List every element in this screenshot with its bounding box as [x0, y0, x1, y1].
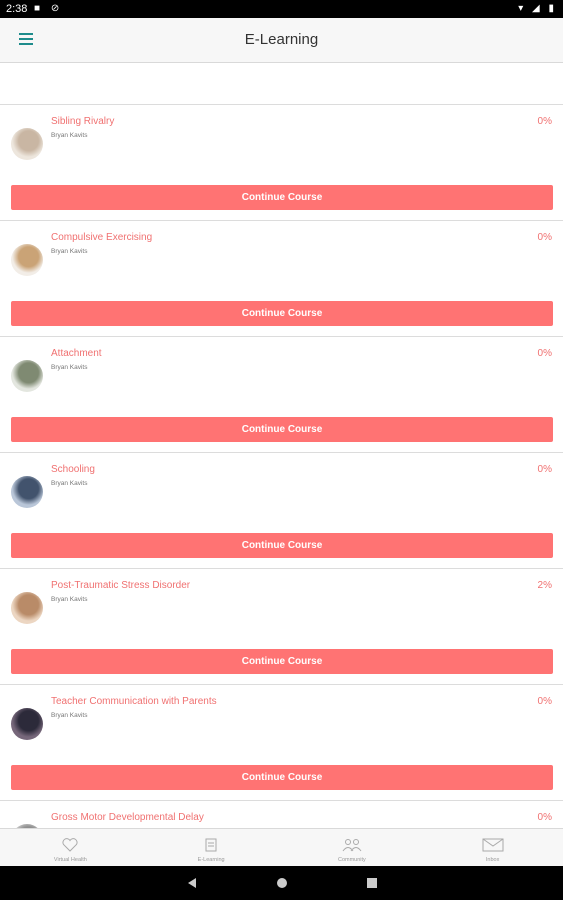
course-card[interactable]: Compulsive Exercising Bryan Kavits 0% Conti… [0, 221, 563, 337]
course-progress: 0% [537, 232, 552, 243]
heart-icon [62, 838, 78, 852]
page-title: E-Learning [244, 31, 319, 48]
course-progress: 0% [537, 812, 552, 823]
book-icon [205, 838, 217, 852]
mail-icon [482, 838, 504, 852]
continue-course-button[interactable]: Continue Course [11, 185, 553, 210]
home-icon[interactable] [276, 877, 288, 889]
continue-course-button[interactable]: Continue Course [11, 765, 553, 790]
system-navigation-bar [0, 866, 563, 900]
course-card[interactable]: Schooling Bryan Kavits 0% Continue Course [0, 453, 563, 569]
course-thumbnail [11, 360, 43, 392]
course-thumbnail [11, 592, 43, 624]
list-header-spacer [0, 63, 563, 105]
course-title[interactable]: Sibling Rivalry [51, 116, 114, 127]
continue-course-button[interactable]: Continue Course [11, 417, 553, 442]
continue-course-button[interactable]: Continue Course [11, 649, 553, 674]
nav-label: Inbox [485, 857, 500, 863]
course-title[interactable]: Schooling [51, 464, 95, 475]
nav-label: Community [337, 857, 366, 863]
course-thumbnail [11, 244, 43, 276]
nav-e-learning[interactable]: E-Learning [141, 829, 282, 867]
course-title[interactable]: Teacher Communication with Parents [51, 696, 217, 707]
course-author: Bryan Kavits [51, 248, 88, 255]
nav-inbox[interactable]: Inbox [422, 829, 563, 867]
system-status-icons: ▾ ◢ ▮ [518, 3, 557, 14]
course-thumbnail [11, 128, 43, 160]
course-title[interactable]: Post-Traumatic Stress Disorder [51, 580, 190, 591]
course-thumbnail [11, 708, 43, 740]
course-card[interactable]: Sibling Rivalry Bryan Kavits 0% Continue Co… [0, 105, 563, 221]
course-title[interactable]: Compulsive Exercising [51, 232, 152, 243]
course-progress: 0% [537, 116, 552, 127]
course-author: Bryan Kavits [51, 712, 88, 719]
course-author: Bryan Kavits [51, 596, 88, 603]
continue-course-button[interactable]: Continue Course [11, 533, 553, 558]
course-progress: 2% [537, 580, 552, 591]
course-progress: 0% [537, 696, 552, 707]
course-thumbnail [11, 476, 43, 508]
notification-icons: ■ ⊘ [34, 3, 64, 14]
course-author: Bryan Kavits [51, 480, 88, 487]
course-author: Bryan Kavits [51, 132, 88, 139]
nav-label: E-Learning [197, 857, 225, 863]
nav-community[interactable]: Community [282, 829, 423, 867]
bottom-navigation: Virtual Health E-Learning Community Inbo… [0, 828, 563, 867]
continue-course-button[interactable]: Continue Course [11, 301, 553, 326]
people-icon [342, 839, 362, 852]
course-card[interactable]: Attachment Bryan Kavits 0% Continue Course [0, 337, 563, 453]
course-progress: 0% [537, 464, 552, 475]
course-list[interactable]: Sibling Rivalry Bryan Kavits 0% Continue Co… [0, 63, 563, 828]
course-card[interactable]: Gross Motor Developmental DelayBryan Kav… [0, 801, 563, 828]
recents-icon[interactable] [366, 877, 378, 889]
back-icon[interactable] [186, 877, 198, 889]
status-time: 2:38 [6, 3, 28, 15]
course-progress: 0% [537, 348, 552, 359]
course-card[interactable]: Teacher Communication with Parents Bryan … [0, 685, 563, 801]
course-author: Bryan Kavits [51, 364, 88, 371]
nav-virtual-health[interactable]: Virtual Health [0, 829, 141, 867]
status-bar: 2:38 ■ ⊘ ▾ ◢ ▮ [0, 0, 563, 18]
course-title[interactable]: Gross Motor Developmental Delay [51, 812, 204, 823]
nav-label: Virtual Health [53, 857, 87, 863]
course-card[interactable]: Post-Traumatic Stress Disorder Bryan Kavi… [0, 569, 563, 685]
app-bar: E-Learning [0, 18, 563, 63]
course-title[interactable]: Attachment [51, 348, 102, 359]
